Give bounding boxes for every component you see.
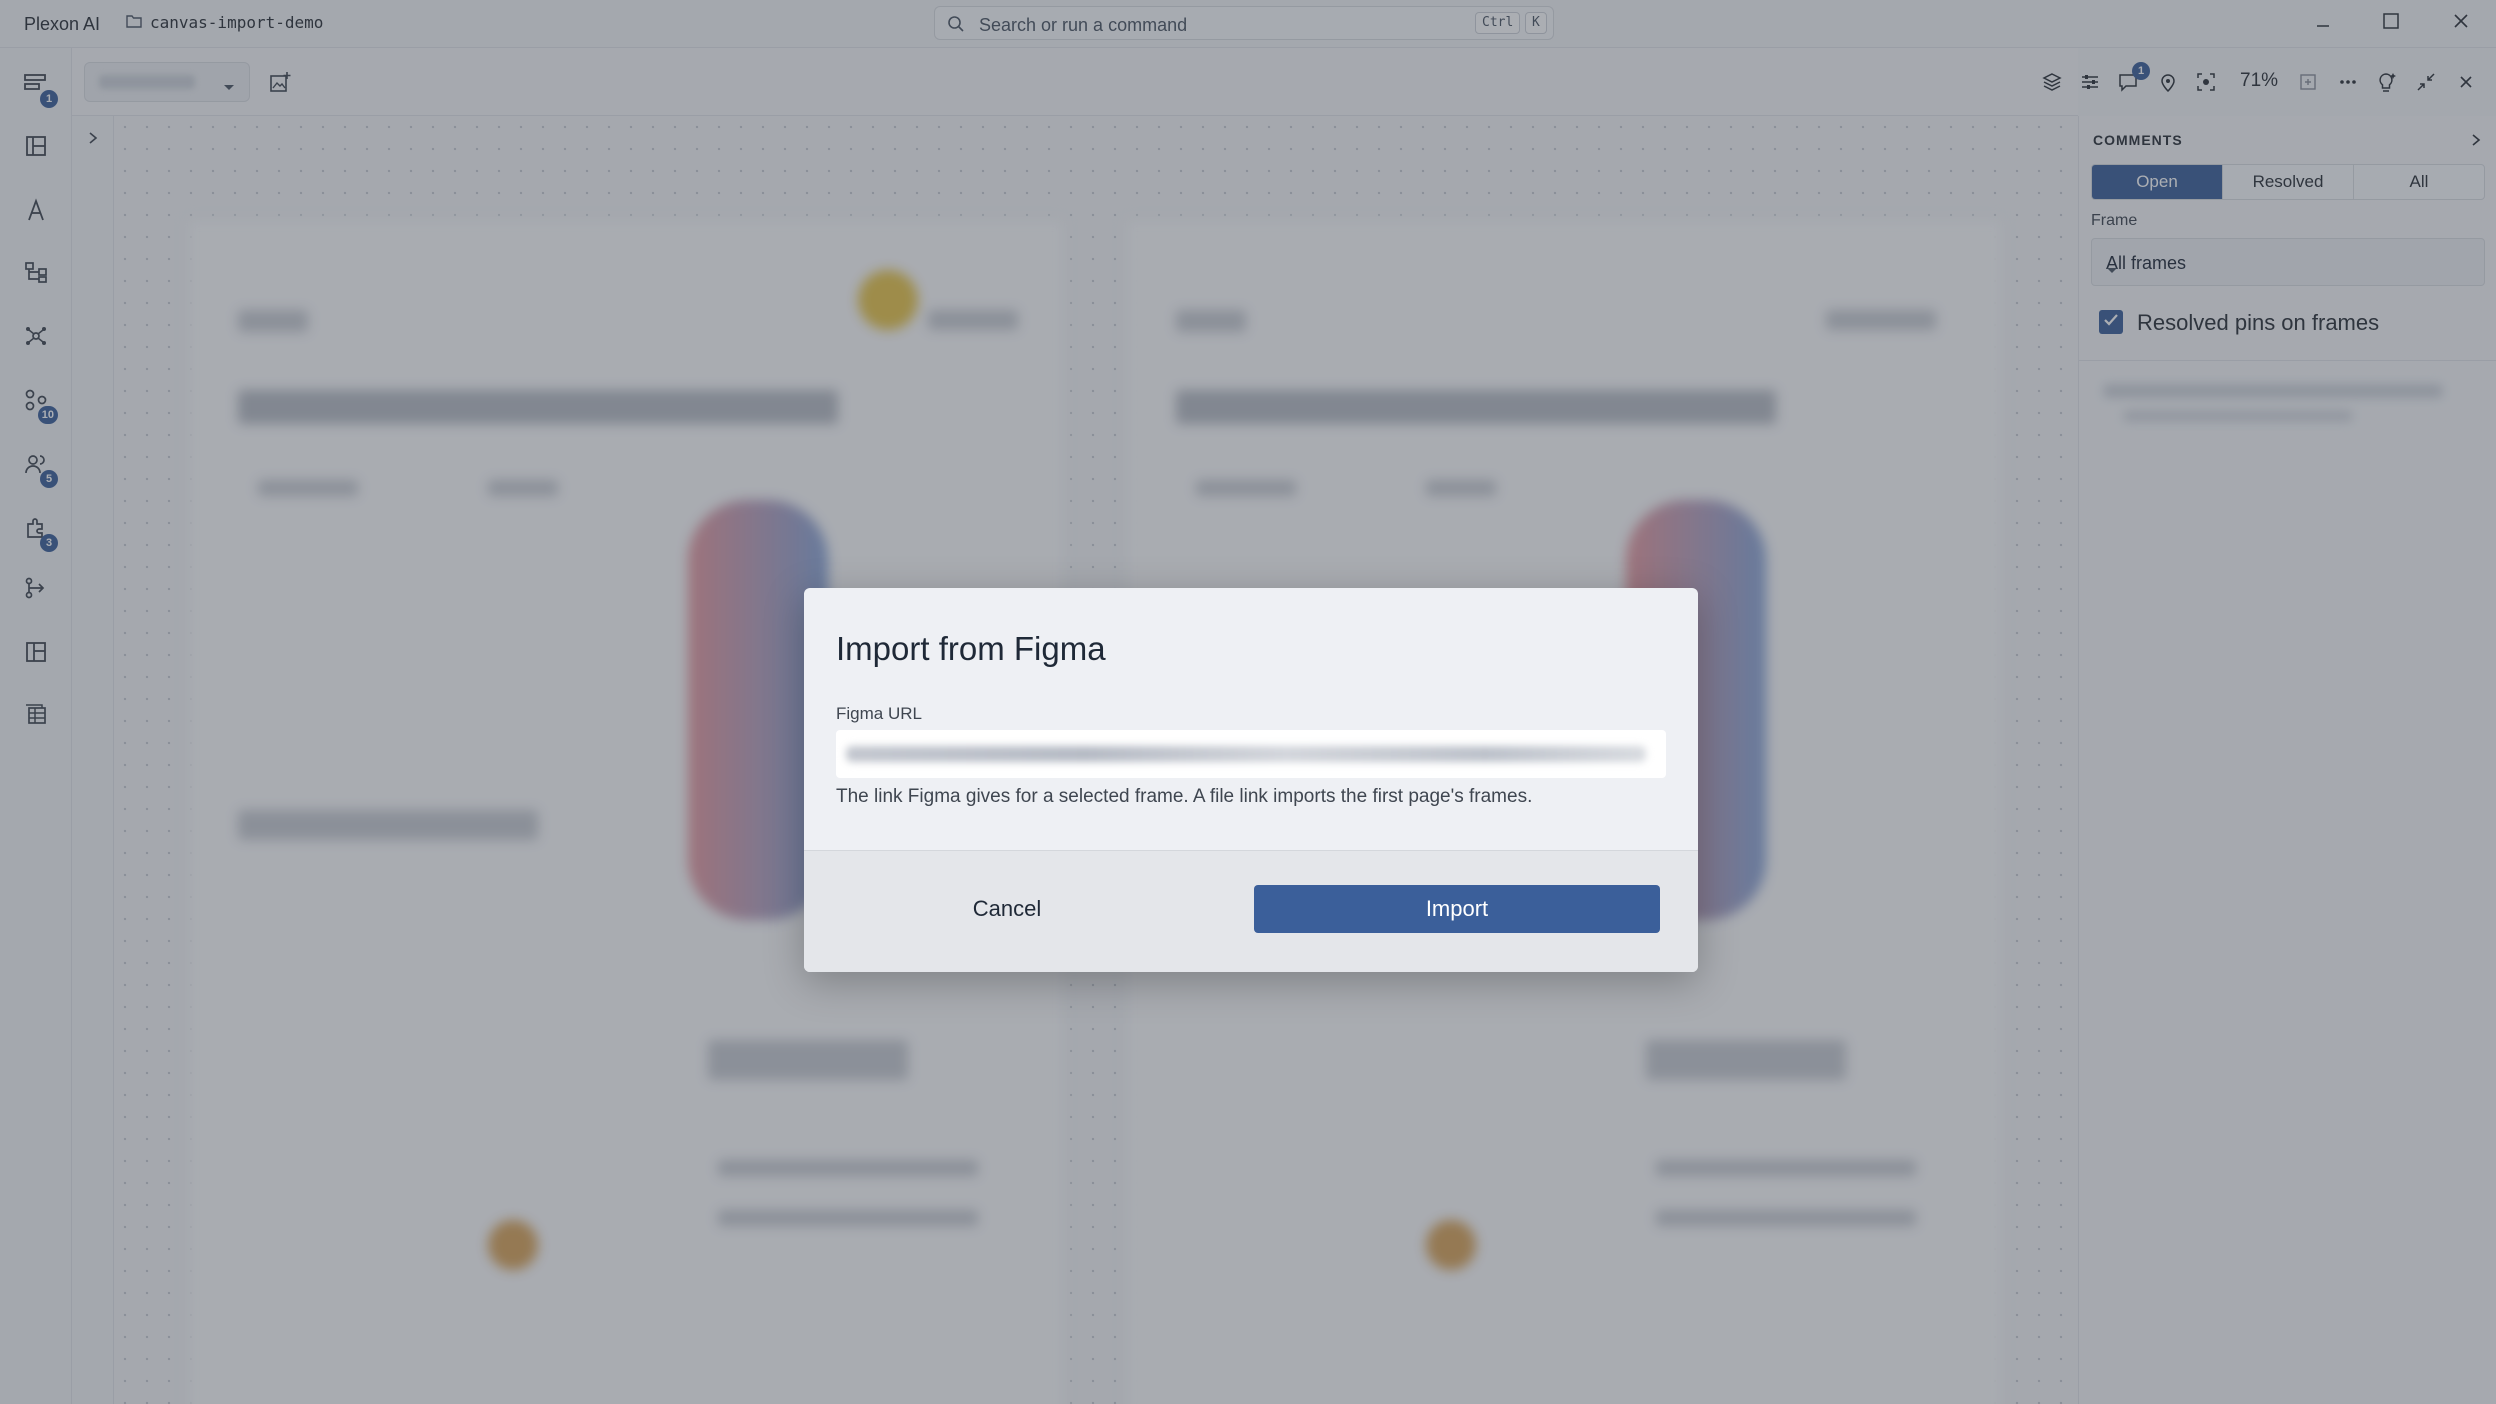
figma-url-input[interactable] <box>836 730 1666 778</box>
figma-url-label: Figma URL <box>836 704 922 723</box>
figma-url-hint: The link Figma gives for a selected fram… <box>836 786 1533 807</box>
dialog-footer: Cancel Import <box>804 850 1698 972</box>
import-figma-dialog: Import from Figma Figma URL The link Fig… <box>804 588 1698 972</box>
import-button[interactable]: Import <box>1254 885 1660 933</box>
cancel-button[interactable]: Cancel <box>852 885 1162 933</box>
figma-url-value <box>846 746 1646 762</box>
dialog-title: Import from Figma <box>836 630 1106 667</box>
